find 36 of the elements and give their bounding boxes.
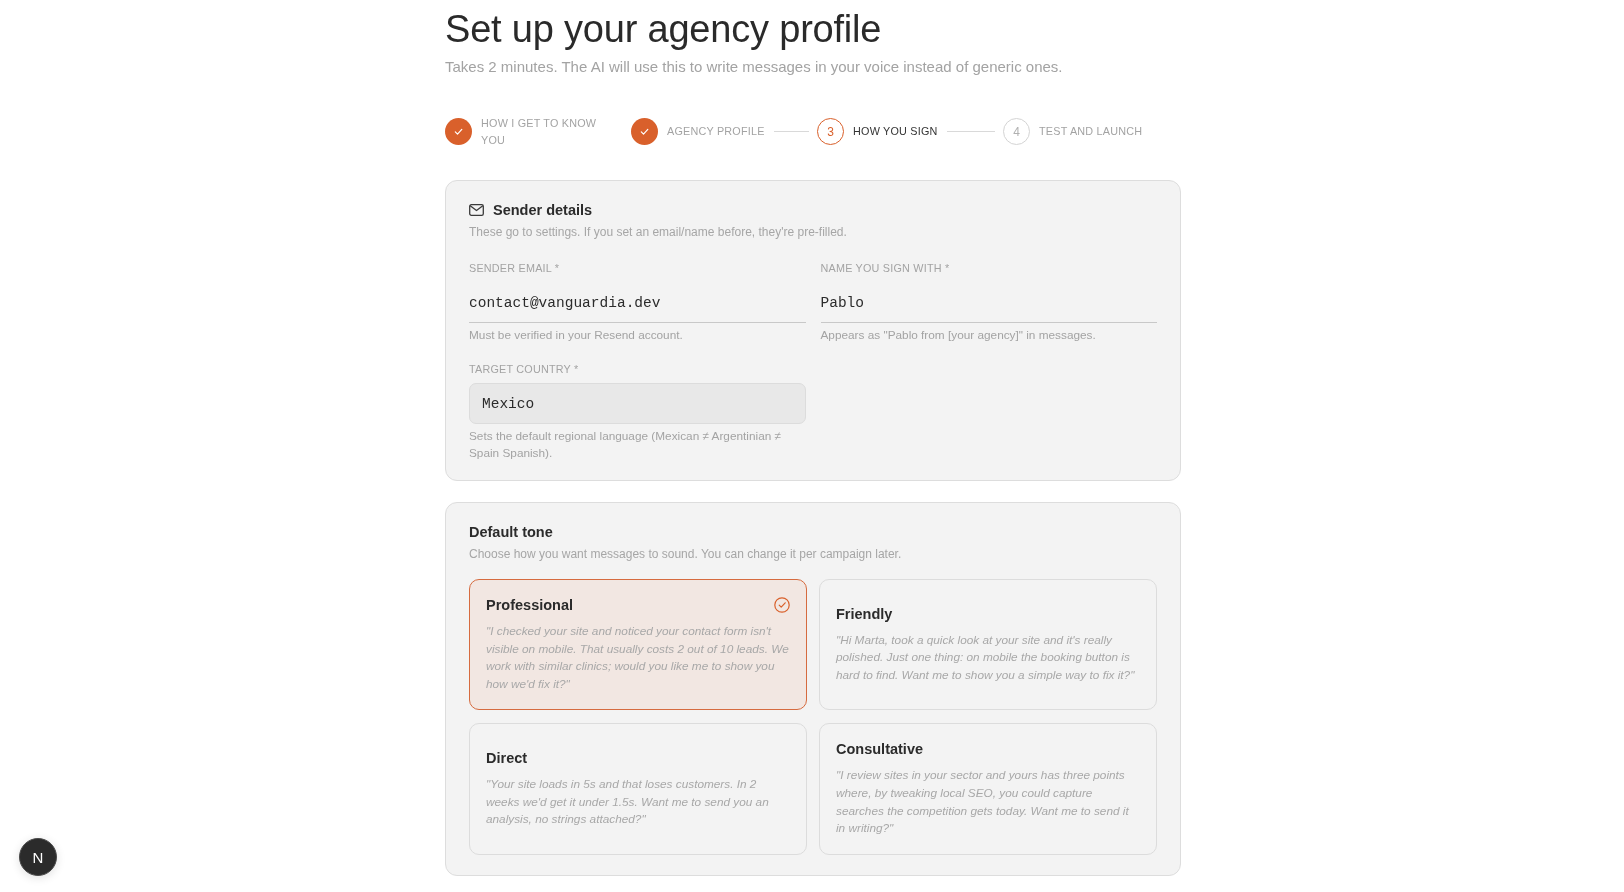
- field-label: SENDER EMAIL *: [469, 261, 561, 276]
- tone-name: Professional: [486, 596, 574, 615]
- page-subtitle: Takes 2 minutes. The AI will use this to write messages in your voice instead of generic ones.: [445, 57, 1064, 77]
- tone-name: Consultative: [836, 740, 923, 760]
- step-label: HOW YOU SIGN: [853, 124, 938, 140]
- tone-option[interactable]: [469, 579, 807, 711]
- page-title: Set up your agency profile: [445, 7, 883, 51]
- step-label: AGENCY PROFILE: [667, 124, 765, 140]
- input-field[interactable]: Pablo: [820, 283, 1157, 323]
- step-label: TEST AND LAUNCH: [1039, 124, 1143, 140]
- tone-option[interactable]: Direct "Your site loads in 5s and that loses customers. In 2 weeks we'd get it under 1.5s. Want me to send you an analysis, no strings attached?": [469, 723, 807, 855]
- field-hint: Appears as "Pablo from [your agency]" in messages.: [820, 327, 1097, 344]
- section-title: Sender details: [493, 201, 593, 220]
- tone-option[interactable]: Consultative "I review sites in your sector and yours has three points where, by tweaking local SEO, you could capture searches the competition gets today. Want me to send it in writing?": [819, 723, 1157, 855]
- mail-icon: [469, 204, 484, 216]
- tone-name: Friendly: [836, 604, 893, 624]
- tone-sample: "I checked your site and noticed your contact form isn't visible on mobile. That usually costs 2 out of 10 leads. We work with similar clinics; would you like me to show you how we'd fix it?": [486, 623, 790, 693]
- section-title: Default tone: [469, 523, 554, 542]
- select-field[interactable]: Mexico: [469, 383, 806, 424]
- field-hint: Sets the default regional language (Mexican ≠ Argentinian ≠ Spain Spanish).: [469, 428, 782, 462]
- tone-name: Direct: [486, 749, 528, 769]
- input-field[interactable]: contact@vanguardia.dev: [469, 283, 806, 323]
- section-description: These go to settings. If you set an email/name before, they're pre-filled.: [469, 224, 848, 240]
- tone-sample: "I review sites in your sector and yours has three points where, by tweaking local SEO, you could capture searches the competition gets today. Want me to send it in writing?": [836, 767, 1130, 838]
- step-number: 4: [1003, 118, 1030, 145]
- tone-sample: "Hi Marta, took a quick look at your site and it's really polished. Just one thing: on mobile the booking button is hard to find. Want me to show you a simple way to fix it?": [836, 631, 1136, 684]
- tone-sample: "Your site loads in 5s and that loses customers. In 2 weeks we'd get it under 1.5s. Want me to send you an analysis, no strings attached?": [486, 776, 770, 829]
- step-label: HOW I GET TO KNOW YOU: [481, 116, 598, 148]
- section-description: Choose how you want messages to sound. You can change it per campaign later.: [469, 546, 903, 562]
- field-label: TARGET COUNTRY *: [469, 362, 580, 377]
- dev-indicator-button[interactable]: N: [19, 838, 57, 876]
- field-hint: Must be verified in your Resend account.: [469, 327, 684, 344]
- check-circle-icon: [774, 597, 790, 613]
- field-label: NAME YOU SIGN WITH *: [820, 261, 951, 276]
- tone-option[interactable]: Friendly "Hi Marta, took a quick look at your site and it's really polished. Just one thing: on mobile the booking button is hard to find. Want me to show you a simple way to fix it?": [819, 579, 1157, 711]
- step-number: 3: [817, 118, 844, 145]
